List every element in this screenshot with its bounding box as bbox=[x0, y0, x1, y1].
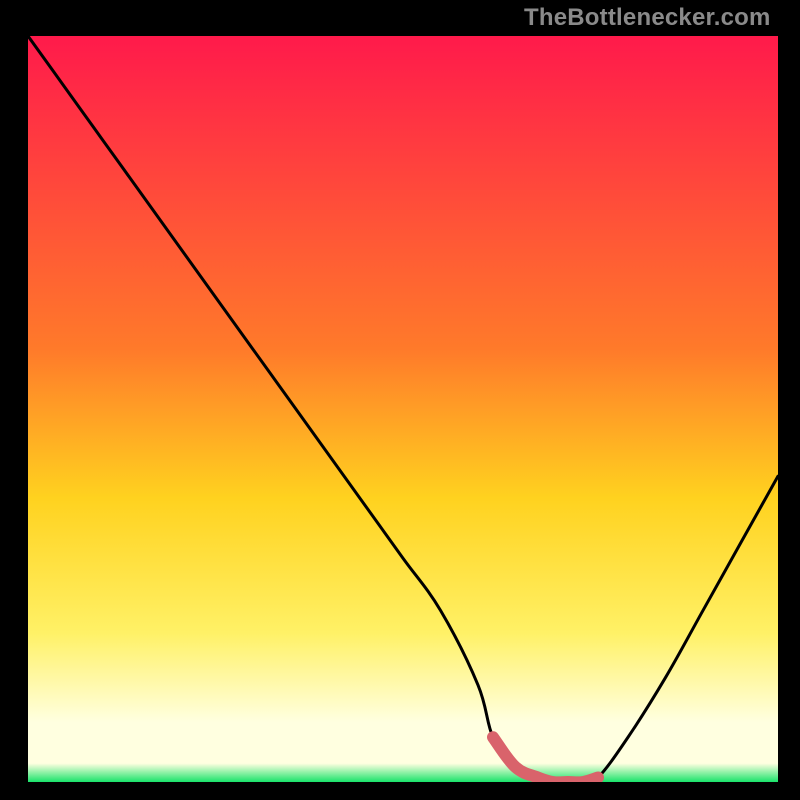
plot-area bbox=[28, 36, 778, 782]
chart-frame: TheBottlenecker.com bbox=[0, 0, 800, 800]
watermark-text: TheBottlenecker.com bbox=[524, 4, 771, 32]
chart-svg bbox=[28, 36, 778, 782]
gradient-background bbox=[28, 36, 778, 782]
